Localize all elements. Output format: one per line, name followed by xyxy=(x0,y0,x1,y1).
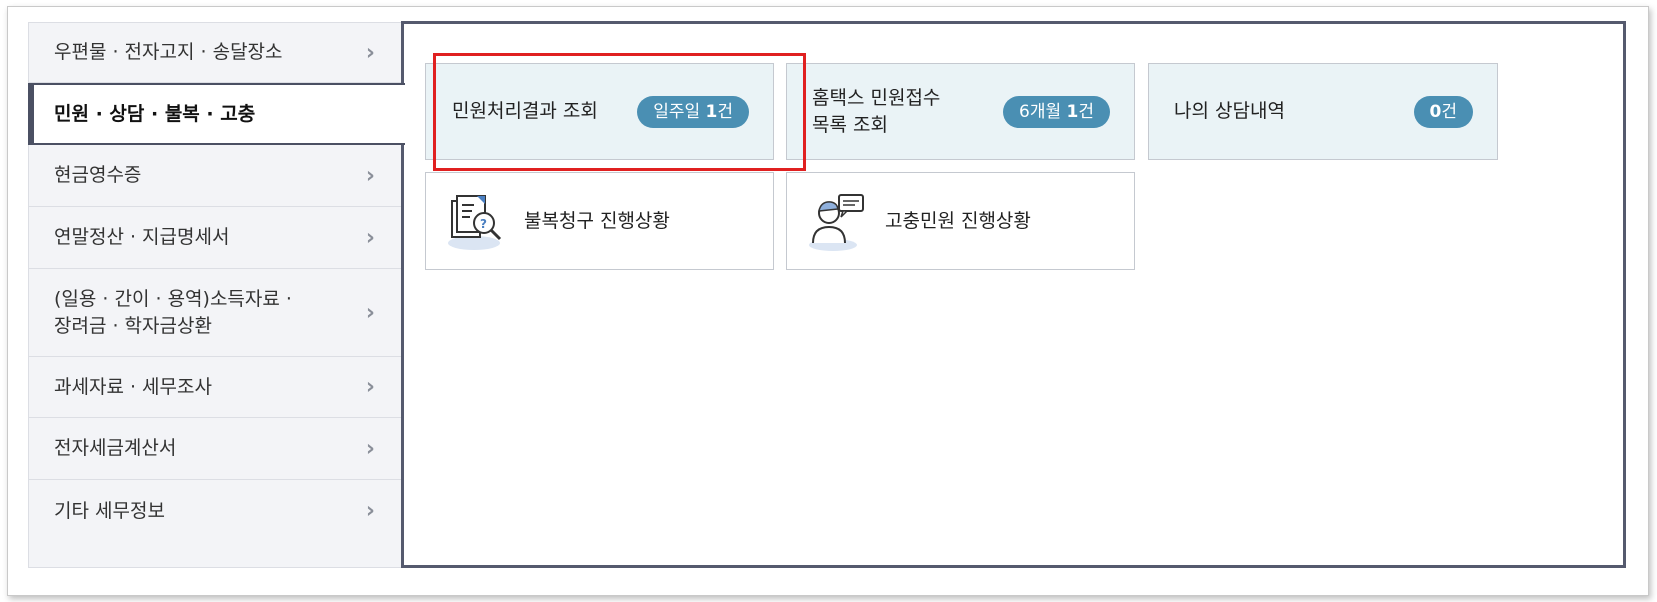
appeal-progress-card[interactable]: ? 불복청구 진행상황 xyxy=(425,172,774,270)
sidebar-item-label: 과세자료 · 세무조사 xyxy=(54,375,212,398)
card-title: 나의 상담내역 xyxy=(1174,100,1285,122)
complaint-result-card[interactable]: 민원처리결과 조회 일주일 1건 xyxy=(425,63,774,160)
sidebar-item-label: 연말정산 · 지급명세서 xyxy=(54,226,230,248)
chevron-right-icon: › xyxy=(365,40,375,65)
svg-text:?: ? xyxy=(480,217,487,231)
chevron-right-icon: › xyxy=(365,436,375,461)
content-panel: 민원처리결과 조회 일주일 1건 홈택스 민원접수 목록 조회 6개월 1건 나… xyxy=(401,21,1626,568)
sidebar-item-e-tax-invoice[interactable]: 전자세금계산서 › xyxy=(29,418,403,480)
sidebar-item-label: (일용 · 간이 · 용역)소득자료 · 장려금 · 학자금상환 xyxy=(54,287,292,337)
sidebar-item-other-tax-info[interactable]: 기타 세무정보 › xyxy=(29,480,403,542)
chevron-right-icon: › xyxy=(365,163,375,188)
sidebar-item-tax-audit[interactable]: 과세자료 · 세무조사 › xyxy=(29,357,403,418)
count-badge: 0건 xyxy=(1413,95,1473,128)
count-badge: 6개월 1건 xyxy=(1003,95,1110,128)
chevron-right-icon: › xyxy=(365,498,375,524)
chevron-right-icon: › xyxy=(365,374,375,400)
sidebar-item-label: 민원 · 상담 · 불복 · 고충 xyxy=(54,102,256,125)
sidebar-menu: 우편물 · 전자고지 · 송달장소 › 민원 · 상담 · 불복 · 고충 현금… xyxy=(28,22,405,568)
card-title: 불복청구 진행상황 xyxy=(524,209,670,232)
sidebar-item-label: 현금영수증 xyxy=(54,164,142,186)
count-badge: 일주일 1건 xyxy=(637,95,749,128)
chevron-right-icon: › xyxy=(365,225,375,250)
grievance-progress-card[interactable]: 고충민원 진행상황 xyxy=(786,172,1135,270)
sidebar-item-complaints[interactable]: 민원 · 상담 · 불복 · 고충 xyxy=(28,83,405,145)
sidebar-item-year-end-settlement[interactable]: 연말정산 · 지급명세서 › xyxy=(29,207,403,269)
person-speech-icon xyxy=(805,191,869,255)
my-consultation-card[interactable]: 나의 상담내역 0건 xyxy=(1148,63,1498,160)
card-title: 홈택스 민원접수 목록 조회 xyxy=(812,86,941,136)
hometax-complaint-list-card[interactable]: 홈택스 민원접수 목록 조회 6개월 1건 xyxy=(786,63,1135,160)
sidebar-item-label: 우편물 · 전자고지 · 송달장소 xyxy=(54,41,283,63)
chevron-right-icon: › xyxy=(365,300,375,325)
sidebar-item-label: 전자세금계산서 xyxy=(54,437,177,459)
sidebar-item-cash-receipt[interactable]: 현금영수증 › xyxy=(29,145,403,207)
sidebar-item-mail-notice[interactable]: 우편물 · 전자고지 · 송달장소 › xyxy=(29,23,403,83)
sidebar-item-income-data[interactable]: (일용 · 간이 · 용역)소득자료 · 장려금 · 학자금상환 › xyxy=(29,269,403,357)
document-search-icon: ? xyxy=(444,191,508,255)
sidebar-item-label: 기타 세무정보 xyxy=(54,499,165,522)
card-title: 민원처리결과 조회 xyxy=(452,100,598,122)
card-title: 고충민원 진행상황 xyxy=(885,209,1031,232)
